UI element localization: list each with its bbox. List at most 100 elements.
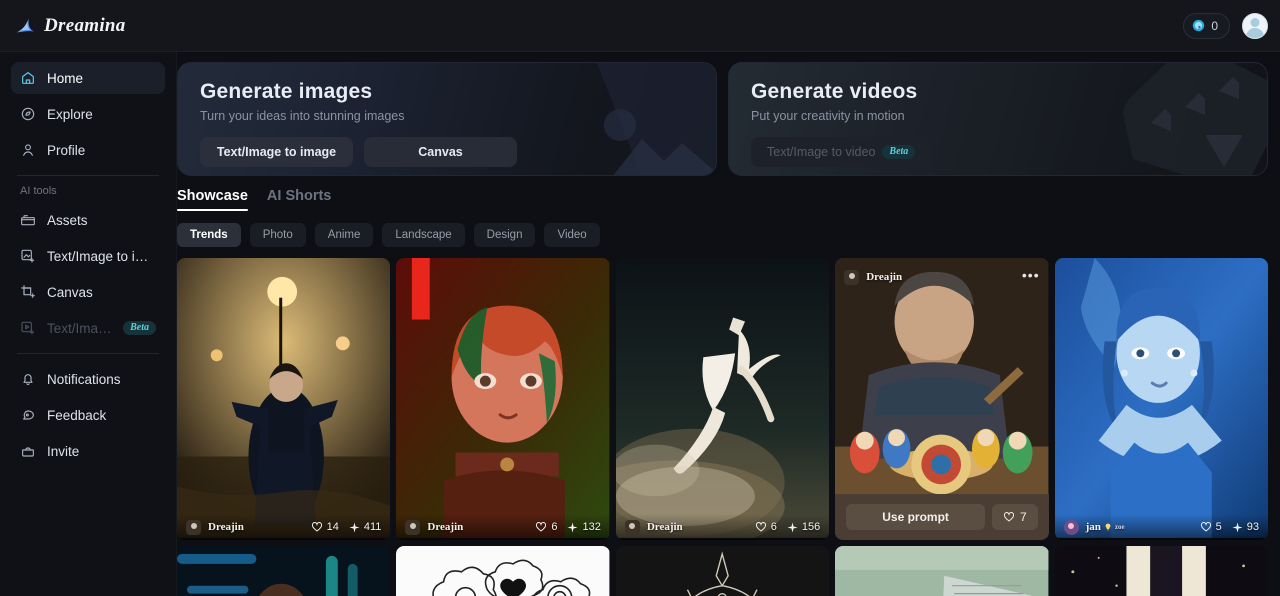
sidebar-item-notifications[interactable]: Notifications (11, 363, 165, 395)
star-sparkle-icon (16, 18, 35, 32)
card-author-name: Dreajin (208, 521, 244, 533)
like-count[interactable]: 6 (535, 521, 557, 533)
gallery-card-ornate-crown[interactable] (615, 546, 830, 596)
gallery-card-matryoshka-painter[interactable]: Dreajin ••• Use prompt 7 (835, 258, 1049, 540)
chip-anime[interactable]: Anime (314, 223, 374, 247)
sidebar-item-canvas[interactable]: Canvas (11, 276, 165, 308)
promo-title: Generate videos (751, 80, 918, 103)
card-artwork (396, 546, 610, 596)
chip-photo[interactable]: Photo (249, 223, 306, 247)
gallery-card-red-green-anime-girl[interactable]: Dreajin 6 132 (396, 258, 610, 540)
chip-landscape[interactable]: Landscape (382, 223, 465, 247)
sidebar-item-text-image-to-video: Text/Image t... Beta (11, 312, 165, 344)
sidebar-item-label: Text/Image t... (47, 320, 113, 336)
card-author[interactable]: Dreajin (647, 521, 683, 533)
sidebar-item-home[interactable]: Home (11, 62, 165, 94)
card-footer: Dreajin 6 132 (396, 514, 610, 540)
card-author-suffix: zoe (1114, 523, 1125, 531)
avatar (186, 519, 201, 535)
generation-count: 156 (787, 521, 820, 533)
promo-subtitle: Turn your ideas into stunning images (200, 109, 405, 123)
card-footer: Dreajin ••• (835, 264, 1048, 290)
card-author[interactable]: Dreajin (427, 521, 463, 533)
compass-icon (21, 107, 35, 121)
gallery-card-blue-portrait-woman[interactable]: jan zoe 5 93 (1054, 258, 1268, 540)
like-count-value: 6 (551, 521, 558, 533)
more-options-icon[interactable]: ••• (1022, 268, 1040, 286)
like-button[interactable]: 7 (991, 504, 1038, 530)
gallery-column: Dreajin ••• Use prompt 7 (835, 258, 1049, 596)
sparkle-icon (787, 521, 798, 533)
sidebar-item-label: Canvas (47, 284, 93, 300)
sidebar-item-label: Invite (47, 443, 80, 459)
tab-ai-shorts[interactable]: AI Shorts (267, 188, 331, 211)
avatar (624, 519, 640, 535)
like-count[interactable]: 6 (755, 521, 777, 533)
card-artwork (177, 258, 391, 538)
gallery-card-desert-ballerina[interactable]: Dreajin 6 156 (615, 258, 830, 540)
like-count[interactable]: 5 (1200, 521, 1222, 533)
sidebar-divider-bottom (17, 353, 159, 354)
card-author[interactable]: Dreajin (208, 521, 244, 533)
promo-card-generate-videos: Generate videos Put your creativity in m… (728, 62, 1268, 176)
gallery-card-neon-portrait[interactable] (177, 546, 391, 596)
brand-logo[interactable]: Dreamina (14, 15, 126, 37)
showcase-tabs: Showcase AI Shorts (177, 176, 1268, 211)
card-author[interactable]: Dreajin (866, 271, 902, 283)
chip-trends[interactable]: Trends (177, 223, 241, 247)
body-row: Home Explore Profile AI tools Assets Tex… (0, 52, 1280, 596)
gallery-card-green-desk[interactable] (835, 546, 1049, 596)
gallery-card-golden-mirror[interactable] (1054, 546, 1268, 596)
gallery-column: Dreajin 14 411 (177, 258, 391, 596)
chip-design[interactable]: Design (473, 223, 536, 247)
sidebar-item-label: Feedback (47, 407, 107, 423)
use-prompt-button[interactable]: Use prompt (846, 504, 985, 530)
promo-card-generate-images: Generate images Turn your ideas into stu… (177, 62, 717, 176)
tab-showcase[interactable]: Showcase (177, 188, 248, 211)
avatar (405, 519, 421, 535)
card-artwork (396, 258, 610, 538)
sidebar-section-ai-tools: AI tools (20, 185, 57, 197)
card-author-name: Dreajin (427, 521, 464, 533)
generation-count: 93 (1232, 521, 1259, 533)
gallery-column: Dreajin 6 132 (396, 258, 610, 596)
card-footer: Dreajin 6 156 (615, 514, 830, 540)
gallery-card-rainy-street-woman[interactable]: Dreajin 14 411 (177, 258, 391, 540)
card-stats: 6 132 (535, 521, 601, 533)
canvas-frame-icon (21, 285, 35, 298)
text-image-to-image-button[interactable]: Text/Image to image (200, 137, 353, 167)
sidebar-item-profile[interactable]: Profile (11, 134, 165, 166)
generation-count: 132 (567, 521, 601, 533)
sidebar: Home Explore Profile AI tools Assets Tex… (0, 52, 177, 596)
sidebar-item-explore[interactable]: Explore (11, 98, 165, 130)
chat-bubble-icon (23, 410, 34, 420)
generation-count-value: 156 (801, 521, 821, 533)
heart-icon (1003, 512, 1014, 522)
credits-pill[interactable]: 0 (1183, 12, 1230, 39)
card-artwork (177, 546, 391, 596)
card-author[interactable]: jan zoe (1086, 521, 1125, 533)
gallery-card-thought-bubbles-sketch[interactable] (396, 546, 610, 596)
sidebar-item-label: Text/Image to image (47, 248, 156, 264)
chip-video[interactable]: Video (544, 223, 600, 247)
sidebar-item-assets[interactable]: Assets (11, 204, 165, 236)
like-count-value: 14 (326, 521, 339, 533)
user-avatar-icon[interactable] (1242, 12, 1268, 39)
sidebar-item-text-image-to-image[interactable]: Text/Image to image (11, 240, 165, 272)
card-artwork (835, 546, 1049, 596)
promo-buttons: Text/Image to image Canvas (200, 137, 716, 167)
person-icon (23, 144, 33, 156)
sidebar-item-invite[interactable]: Invite (11, 435, 165, 467)
video-plus-icon (21, 321, 35, 335)
card-author-name: jan (1085, 521, 1101, 533)
card-stats: 5 93 (1200, 521, 1259, 533)
credit-coin-icon (1193, 19, 1205, 32)
promo-title: Generate images (200, 80, 373, 103)
promo-row: Generate images Turn your ideas into stu… (177, 52, 1268, 176)
canvas-button[interactable]: Canvas (364, 137, 517, 167)
like-count[interactable]: 14 (311, 521, 339, 533)
sidebar-item-feedback[interactable]: Feedback (11, 399, 165, 431)
top-bar-right: 0 (1183, 12, 1268, 39)
bell-icon (23, 374, 33, 386)
gallery-column: Dreajin 6 156 (615, 258, 830, 596)
